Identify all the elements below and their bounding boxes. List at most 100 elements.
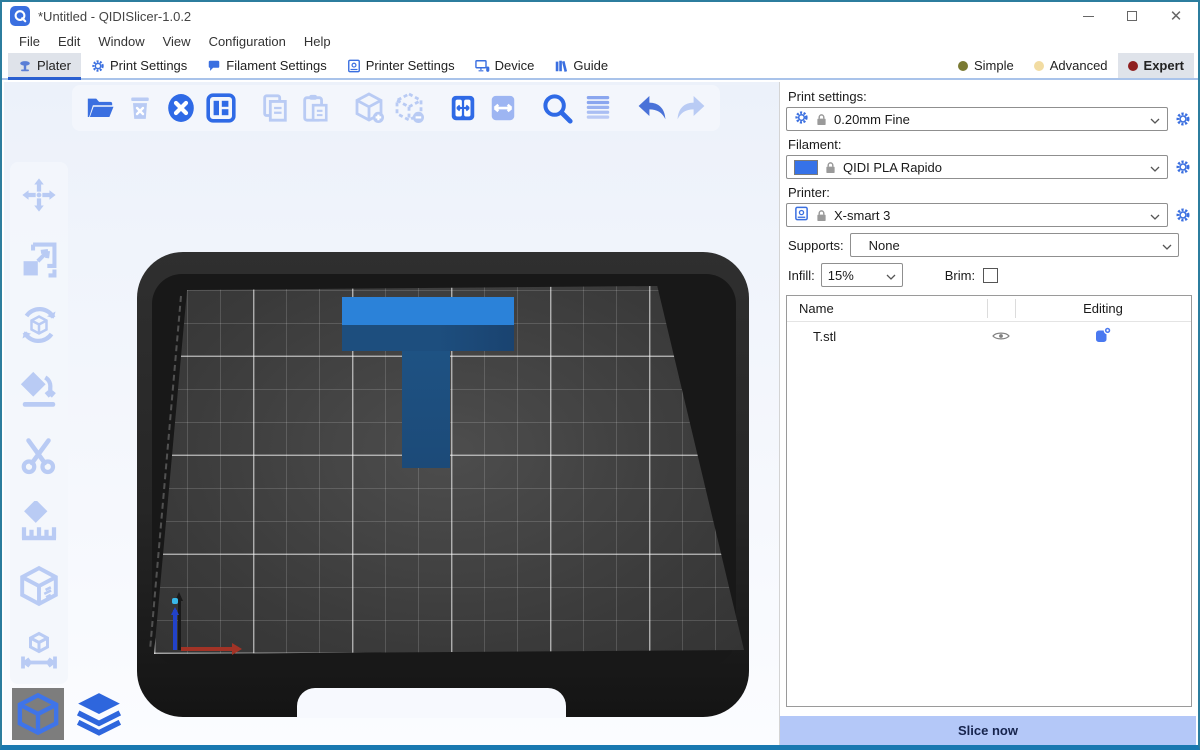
app-window: *Untitled - QIDISlicer-1.0.2 ✕ File Edit…	[0, 0, 1200, 750]
chevron-down-icon	[1150, 208, 1160, 223]
gear-icon	[91, 59, 105, 73]
measure-icon[interactable]	[18, 630, 60, 672]
menu-window[interactable]: Window	[89, 32, 153, 51]
delete-all-icon[interactable]	[163, 89, 199, 127]
search-icon[interactable]	[539, 89, 575, 127]
redo-icon[interactable]	[674, 89, 710, 127]
window-title: *Untitled - QIDISlicer-1.0.2	[38, 9, 191, 24]
brim-label: Brim:	[945, 268, 975, 283]
split-parts-icon[interactable]	[485, 89, 521, 127]
variable-layer-height-icon[interactable]	[579, 89, 615, 127]
print-settings-select[interactable]: 0.20mm Fine	[786, 107, 1168, 131]
tab-guide[interactable]: Guide	[544, 53, 618, 78]
tab-label: Printer Settings	[366, 58, 455, 73]
slice-now-button[interactable]: Slice now	[780, 716, 1196, 745]
infill-value: 15%	[828, 268, 880, 283]
paste-icon[interactable]	[297, 89, 333, 127]
split-objects-icon[interactable]	[445, 89, 481, 127]
tab-label: Print Settings	[110, 58, 187, 73]
printer-value: X-smart 3	[834, 208, 1143, 223]
remove-instance-icon[interactable]	[391, 89, 427, 127]
mode-simple[interactable]: Simple	[948, 53, 1024, 78]
printer-label: Printer:	[788, 185, 1192, 200]
bed-handle-notch	[297, 688, 566, 718]
menu-edit[interactable]: Edit	[49, 32, 89, 51]
print-settings-value: 0.20mm Fine	[834, 112, 1143, 127]
editing-icon[interactable]	[1015, 326, 1191, 346]
seam-icon[interactable]	[18, 565, 60, 607]
infill-select[interactable]: 15%	[821, 263, 903, 287]
mode-expert[interactable]: Expert	[1118, 53, 1194, 78]
tab-bar: Plater Print Settings Filament Settings …	[2, 53, 1198, 80]
preview-layers-icon[interactable]	[72, 688, 126, 740]
printer-select[interactable]: X-smart 3	[786, 203, 1168, 227]
filament-label: Filament:	[788, 137, 1192, 152]
minimize-button[interactable]	[1066, 2, 1110, 30]
lock-icon	[816, 209, 827, 222]
print-settings-label: Print settings:	[788, 89, 1192, 104]
app-logo-icon	[10, 6, 30, 26]
guide-icon	[554, 59, 568, 73]
model-t-stem[interactable]	[402, 351, 450, 468]
add-instance-icon[interactable]	[351, 89, 387, 127]
move-icon[interactable]	[18, 174, 60, 216]
advanced-mode-dot-icon	[1034, 61, 1044, 71]
lock-icon	[816, 113, 827, 126]
column-editing: Editing	[1015, 301, 1191, 316]
left-toolbar	[10, 162, 68, 684]
object-list-header: Name Editing	[787, 296, 1191, 322]
filament-gear-button[interactable]	[1174, 158, 1192, 176]
object-list-row[interactable]: T.stl	[787, 322, 1191, 350]
model-t-top-face[interactable]	[342, 297, 514, 325]
scale-icon[interactable]	[18, 239, 60, 281]
chevron-down-icon	[1150, 160, 1160, 175]
menu-file[interactable]: File	[10, 32, 49, 51]
tab-filament-settings[interactable]: Filament Settings	[197, 53, 336, 78]
axis-blue-arrow	[173, 610, 177, 650]
tab-label: Device	[495, 58, 535, 73]
print-settings-gear-button[interactable]	[1174, 110, 1192, 128]
cut-icon[interactable]	[18, 435, 60, 477]
expert-mode-dot-icon	[1128, 61, 1138, 71]
maximize-button[interactable]	[1110, 2, 1154, 30]
paint-supports-icon[interactable]	[18, 500, 60, 542]
brim-checkbox[interactable]	[983, 268, 998, 283]
place-on-face-icon[interactable]	[18, 369, 60, 411]
plater-icon	[18, 59, 32, 73]
editor-3d-view-icon[interactable]	[12, 688, 64, 740]
tab-label: Guide	[573, 58, 608, 73]
supports-select[interactable]: None	[850, 233, 1179, 257]
filament-icon	[207, 59, 221, 73]
close-button[interactable]: ✕	[1154, 2, 1198, 30]
viewport-3d[interactable]	[4, 82, 779, 745]
eye-icon[interactable]	[987, 331, 1015, 341]
sidebar: Print settings: 0.20mm Fine	[779, 82, 1196, 745]
tab-device[interactable]: Device	[465, 53, 545, 78]
menu-configuration[interactable]: Configuration	[200, 32, 295, 51]
filament-value: QIDI PLA Rapido	[843, 160, 1143, 175]
open-icon[interactable]	[82, 89, 118, 127]
menu-view[interactable]: View	[154, 32, 200, 51]
tab-print-settings[interactable]: Print Settings	[81, 53, 197, 78]
gear-icon	[794, 110, 809, 128]
simple-mode-dot-icon	[958, 61, 968, 71]
infill-label: Infill:	[788, 268, 815, 283]
mode-advanced[interactable]: Advanced	[1024, 53, 1118, 78]
tab-plater[interactable]: Plater	[8, 53, 81, 78]
device-icon	[475, 59, 490, 73]
menu-help[interactable]: Help	[295, 32, 340, 51]
tab-printer-settings[interactable]: Printer Settings	[337, 53, 465, 78]
undo-icon[interactable]	[633, 89, 669, 127]
filament-select[interactable]: QIDI PLA Rapido	[786, 155, 1168, 179]
top-toolbar	[72, 85, 720, 131]
printer-icon	[347, 59, 361, 73]
printer-icon	[794, 206, 809, 224]
chevron-down-icon	[1162, 238, 1172, 253]
column-name: Name	[787, 301, 987, 316]
copy-icon[interactable]	[257, 89, 293, 127]
rotate-icon[interactable]	[18, 304, 60, 346]
arrange-icon[interactable]	[203, 89, 239, 127]
model-t-front-face[interactable]	[342, 325, 514, 351]
printer-gear-button[interactable]	[1174, 206, 1192, 224]
delete-icon[interactable]	[122, 89, 158, 127]
